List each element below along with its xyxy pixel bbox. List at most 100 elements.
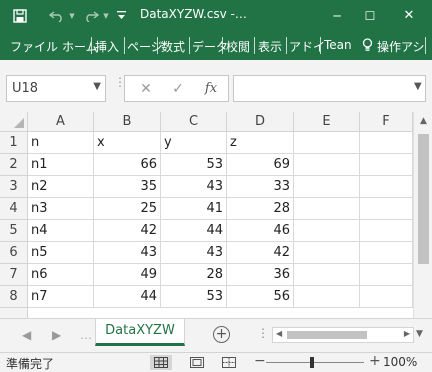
formula-input[interactable] xyxy=(233,75,426,102)
tab-insert[interactable]: 挿入 xyxy=(95,38,119,55)
cell[interactable]: n xyxy=(28,132,94,154)
zoom-in-button[interactable]: + xyxy=(369,353,381,369)
expand-formula-bar-icon[interactable]: ▼ xyxy=(414,81,422,92)
normal-view-icon[interactable] xyxy=(150,355,172,370)
cell[interactable]: 28 xyxy=(161,264,227,286)
cell[interactable] xyxy=(360,132,413,154)
select-all-button[interactable] xyxy=(0,112,28,132)
column-header-b[interactable]: B xyxy=(94,112,161,132)
cell[interactable]: 44 xyxy=(161,220,227,242)
cell[interactable]: n3 xyxy=(28,198,94,220)
zoom-slider-thumb[interactable] xyxy=(310,357,314,368)
cell[interactable]: n7 xyxy=(28,286,94,308)
vertical-scrollbar[interactable]: ▲ xyxy=(413,112,432,318)
column-header-e[interactable]: E xyxy=(294,112,360,132)
cell[interactable]: 46 xyxy=(227,220,294,242)
tab-home[interactable]: ホーム xyxy=(62,38,98,55)
cell[interactable]: 69 xyxy=(227,154,294,176)
zoom-out-button[interactable]: − xyxy=(254,353,266,369)
column-header-c[interactable]: C xyxy=(161,112,227,132)
customize-quick-access-icon[interactable] xyxy=(114,0,128,31)
cell[interactable]: 43 xyxy=(94,242,161,264)
scroll-right-icon[interactable]: ▶ xyxy=(404,329,410,338)
cell[interactable]: 42 xyxy=(94,220,161,242)
cell[interactable] xyxy=(294,242,360,264)
cell[interactable]: y xyxy=(161,132,227,154)
undo-dropdown-icon[interactable]: ▼ xyxy=(67,0,77,31)
tab-formulas[interactable]: 数式 xyxy=(161,38,185,55)
cell[interactable] xyxy=(360,176,413,198)
row-header[interactable]: 8 xyxy=(0,286,28,308)
vertical-scroll-thumb[interactable] xyxy=(418,134,429,264)
undo-icon[interactable] xyxy=(46,0,68,31)
cell[interactable] xyxy=(360,198,413,220)
zoom-level[interactable]: 100% xyxy=(383,355,417,369)
scroll-down-icon[interactable]: ▼ xyxy=(416,329,423,339)
tab-split-handle[interactable]: ⋮ xyxy=(257,326,269,340)
chevron-down-icon[interactable]: ▼ xyxy=(93,81,101,92)
tab-view[interactable]: 表示 xyxy=(258,38,282,55)
cell[interactable]: 53 xyxy=(161,154,227,176)
cell[interactable] xyxy=(294,198,360,220)
row-header[interactable]: 7 xyxy=(0,264,28,286)
maximize-button[interactable]: ☐ xyxy=(355,0,385,31)
cell[interactable] xyxy=(294,132,360,154)
cell[interactable]: n1 xyxy=(28,154,94,176)
sheet-tabs-more-icon[interactable]: … xyxy=(80,328,92,342)
row-header[interactable]: 6 xyxy=(0,242,28,264)
tell-me-icon[interactable] xyxy=(362,38,373,53)
cell[interactable] xyxy=(294,286,360,308)
cell[interactable]: 33 xyxy=(227,176,294,198)
cell[interactable]: z xyxy=(227,132,294,154)
cell[interactable]: 35 xyxy=(94,176,161,198)
cell[interactable] xyxy=(294,220,360,242)
cell[interactable]: 49 xyxy=(94,264,161,286)
close-button[interactable]: ✕ xyxy=(394,0,424,31)
row-header[interactable]: 1 xyxy=(0,132,28,154)
row-header[interactable]: 3 xyxy=(0,176,28,198)
column-header-d[interactable]: D xyxy=(227,112,294,132)
horizontal-scrollbar[interactable]: ◀ ▶ xyxy=(272,327,414,343)
sheet-tab-active[interactable]: DataXYZW xyxy=(95,319,185,346)
cell[interactable] xyxy=(360,286,413,308)
cell[interactable] xyxy=(294,264,360,286)
tell-me-box[interactable]: 操作アシ xyxy=(377,38,425,55)
tab-review[interactable]: 校閲 xyxy=(226,38,250,55)
cell[interactable] xyxy=(360,154,413,176)
redo-icon[interactable] xyxy=(80,0,102,31)
tab-file[interactable]: ファイル xyxy=(10,38,58,55)
enter-icon[interactable]: ✓ xyxy=(169,76,187,101)
cell[interactable]: 41 xyxy=(161,198,227,220)
next-sheet-icon[interactable]: ▶ xyxy=(52,328,61,342)
row-header[interactable]: 2 xyxy=(0,154,28,176)
zoom-slider[interactable] xyxy=(266,362,364,363)
page-break-preview-icon[interactable] xyxy=(218,355,240,370)
row-header[interactable]: 5 xyxy=(0,220,28,242)
new-sheet-button[interactable]: + xyxy=(213,326,230,343)
scroll-up-icon[interactable]: ▲ xyxy=(414,116,432,126)
prev-sheet-icon[interactable]: ◀ xyxy=(22,328,31,342)
cell[interactable]: 53 xyxy=(161,286,227,308)
redo-dropdown-icon[interactable]: ▼ xyxy=(101,0,111,31)
name-box[interactable]: U18 ▼ xyxy=(6,75,106,102)
cell[interactable]: n6 xyxy=(28,264,94,286)
cell[interactable] xyxy=(360,220,413,242)
cell[interactable]: n5 xyxy=(28,242,94,264)
tab-team[interactable]: Tean xyxy=(324,38,352,52)
cell[interactable]: 42 xyxy=(227,242,294,264)
column-header-f[interactable]: F xyxy=(360,112,413,132)
cell[interactable]: x xyxy=(94,132,161,154)
column-header-a[interactable]: A xyxy=(28,112,94,132)
cell[interactable]: n4 xyxy=(28,220,94,242)
cell[interactable]: 28 xyxy=(227,198,294,220)
cancel-icon[interactable]: ✕ xyxy=(137,76,155,101)
cell[interactable]: 66 xyxy=(94,154,161,176)
cell[interactable]: n2 xyxy=(28,176,94,198)
cell[interactable]: 43 xyxy=(161,176,227,198)
cell[interactable]: 36 xyxy=(227,264,294,286)
save-icon[interactable] xyxy=(8,0,32,31)
insert-function-button[interactable]: fx xyxy=(201,76,221,101)
scroll-left-icon[interactable]: ◀ xyxy=(276,329,282,338)
row-header[interactable]: 4 xyxy=(0,198,28,220)
horizontal-scroll-thumb[interactable] xyxy=(287,331,367,339)
